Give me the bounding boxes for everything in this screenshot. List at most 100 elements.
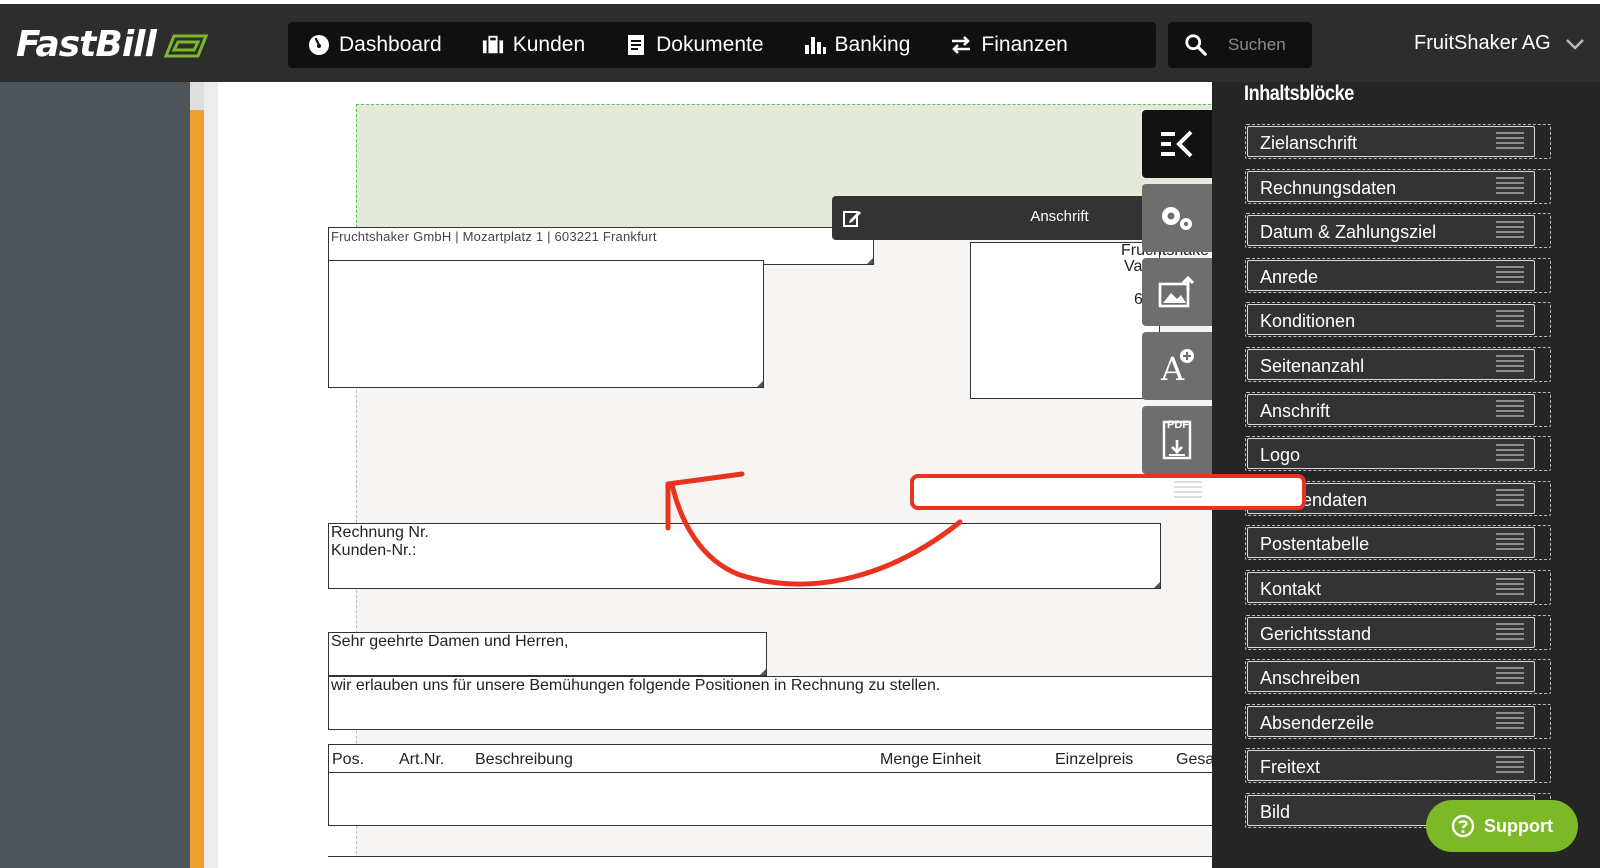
content-block-item[interactable]: Anschreiben [1245,659,1551,694]
gauge-icon [308,34,330,56]
salutation-block[interactable]: Sehr geehrte Damen und Herren, [328,632,767,676]
content-block-item[interactable]: Datum & Zahlungsziel [1245,213,1551,248]
content-block-label: Zielanschrift [1260,133,1358,153]
page-scrollbar-thumb[interactable] [190,110,204,868]
content-block-label: Anschreiben [1260,668,1361,688]
main-nav: Dashboard Kunden Dokumente Banking Finan… [288,22,1156,68]
content-block-item[interactable]: Kontakt [1245,570,1551,605]
add-font-button[interactable]: A [1142,332,1212,400]
drag-handle-icon [1174,481,1202,501]
content-block-box: Absenderzeile [1247,706,1535,737]
col-einzelpreis: Einzelpreis [1055,751,1134,768]
nav-finanzen-label: Finanzen [981,33,1068,56]
drag-handle-icon[interactable] [1496,132,1524,154]
pdf-download-button[interactable]: PDF [1142,406,1212,474]
logo-mark-icon [163,34,209,58]
intro-text-block[interactable]: wir erlauben uns für unsere Bemühungen f… [328,676,1212,730]
canvas-margin [204,82,218,868]
drag-handle-icon[interactable] [1496,756,1524,778]
pdf-label: PDF [1167,419,1189,431]
company-name: FruitShaker AG [1414,32,1551,54]
resize-handle[interactable] [757,381,763,387]
resize-handle[interactable] [1154,582,1160,588]
support-label: Support [1484,815,1553,836]
content-block-box: Postentabelle [1247,527,1535,558]
resize-handle[interactable] [867,258,873,264]
content-block-label: Absenderzeile [1260,713,1375,733]
image-upload-button[interactable] [1142,258,1212,326]
company-menu[interactable]: FruitShaker AG [1414,32,1585,55]
items-table-block[interactable]: Pos. Art.Nr. Beschreibung Menge Einheit … [328,744,1212,826]
content-block-box: Konditionen [1247,304,1535,335]
image-upload-icon [1158,276,1195,308]
briefcase-icon [482,34,504,56]
content-block-item[interactable]: Konditionen [1245,302,1551,337]
content-block-box: Anrede [1247,260,1535,291]
drag-handle-icon[interactable] [1496,623,1524,645]
left-sidebar [0,82,218,868]
col-beschreibung: Beschreibung [475,751,573,768]
resize-handle[interactable] [760,669,766,675]
collapse-panel-button[interactable] [1142,110,1212,178]
content-block-label: Seitenanzahl [1260,356,1365,376]
nav-dashboard-label: Dashboard [339,33,442,56]
document-icon [625,34,647,56]
drag-handle-icon[interactable] [1496,355,1524,377]
content-block-item[interactable]: Absenderzeile [1245,704,1551,739]
company-address-block[interactable]: Fruchtshake Va 6 [970,242,1209,399]
invoice-data-block[interactable]: Rechnung Nr. Kunden-Nr.: [328,523,1161,589]
content-block-box: Anschreiben [1247,661,1535,692]
sender-line-text: Fruchtshaker GmbH | Mozartplatz 1 | 6032… [331,229,657,244]
content-block-item[interactable]: Freitext [1245,748,1551,783]
content-block-item[interactable]: Postentabelle [1245,525,1551,560]
drag-handle-icon[interactable] [1496,667,1524,689]
search-input[interactable] [1228,35,1312,55]
drag-handle-icon[interactable] [1496,578,1524,600]
content-block-box: Datum & Zahlungsziel [1247,215,1535,246]
content-block-box: Logo [1247,438,1535,469]
col-art-nr: Art.Nr. [399,751,445,768]
drag-handle-icon[interactable] [1496,177,1524,199]
drag-handle-icon[interactable] [1496,266,1524,288]
content-block-item[interactable]: Rechnungsdaten [1245,169,1551,204]
drag-handle-icon[interactable] [1496,400,1524,422]
content-block-label: Bild [1260,802,1291,822]
search-icon[interactable] [1184,32,1208,58]
drag-handle-icon[interactable] [1496,712,1524,734]
collapse-panel-icon [1161,130,1193,158]
drag-handle-icon[interactable] [1496,221,1524,243]
settings-button[interactable] [1142,184,1212,252]
drag-handle-icon[interactable] [1496,444,1524,466]
col-menge: Menge [880,751,929,768]
nav-finanzen[interactable]: Finanzen [930,22,1087,68]
drag-handle-icon[interactable] [1496,533,1524,555]
content-block-label: Rechnungsdaten [1260,178,1397,198]
content-block-item[interactable]: Zielanschrift [1245,124,1551,159]
settings-gears-icon [1162,207,1192,230]
content-block-item[interactable]: Anschrift [1245,392,1551,427]
add-font-icon: A [1160,349,1194,384]
content-block-item[interactable]: Anrede [1245,258,1551,293]
chevron-down-icon [1565,38,1584,50]
support-button[interactable]: Support [1426,800,1578,852]
content-block-label: Anschrift [1260,401,1331,421]
col-gesamt: Gesa [1176,751,1212,768]
nav-kunden-label: Kunden [512,33,586,56]
drag-handle-icon[interactable] [1496,310,1524,332]
content-block-label: Freitext [1260,757,1321,777]
nav-dashboard[interactable]: Dashboard [288,22,462,68]
content-block-item[interactable]: Gerichtsstand [1245,615,1551,650]
drag-handle-icon[interactable] [1496,489,1524,511]
nav-dokumente[interactable]: Dokumente [605,22,783,68]
dragged-block-ghost[interactable] [910,474,1306,510]
fastbill-logo[interactable]: FastBill [16,24,210,65]
content-block-item[interactable]: Seitenanzahl [1245,347,1551,382]
content-block-item[interactable]: Logo [1245,436,1551,471]
nav-banking[interactable]: Banking [784,22,931,68]
panel-title: Inhaltsblöcke [1244,82,1354,105]
recipient-address-block[interactable] [328,260,764,388]
content-block-label: Kontakt [1260,579,1322,599]
nav-kunden[interactable]: Kunden [462,22,605,68]
content-block-box: Rechnungsdaten [1247,171,1535,202]
next-block [328,856,1212,868]
